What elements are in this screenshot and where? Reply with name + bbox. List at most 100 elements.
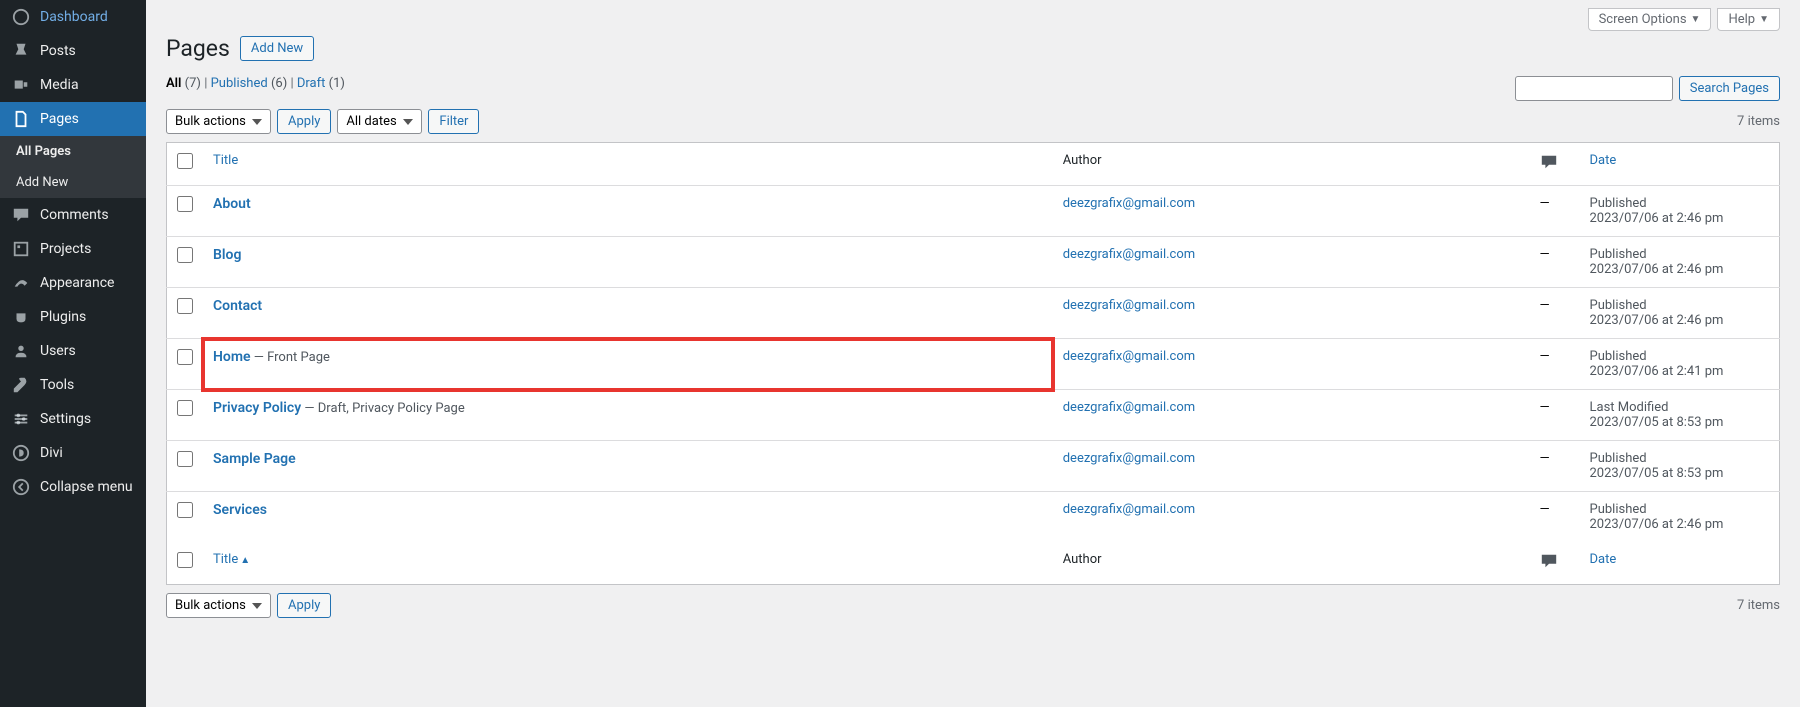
sidebar-item-projects[interactable]: Projects [0,232,146,266]
users-icon [12,342,30,360]
author-link[interactable]: deezgrafix@gmail.com [1063,247,1195,262]
row-date-cell: Published2023/07/06 at 2:46 pm [1580,237,1780,288]
row-title-cell: Services [203,492,1053,543]
table-row: Privacy Policy — Draft, Privacy Policy P… [167,390,1780,441]
sidebar-item-users[interactable]: Users [0,334,146,368]
row-comments-cell: — [1530,237,1580,288]
page-title-link[interactable]: Home [213,349,251,365]
row-author-cell: deezgrafix@gmail.com [1053,339,1530,390]
main-content: Screen Options▼ Help▼ Pages Add New All … [146,0,1800,707]
row-author-cell: deezgrafix@gmail.com [1053,237,1530,288]
comments-icon [12,206,30,224]
date-column-footer[interactable]: Date [1580,542,1780,585]
dashboard-icon [12,8,30,26]
sidebar-item-posts[interactable]: Posts [0,34,146,68]
select-all-checkbox-footer[interactable] [177,552,193,568]
page-heading: Pages Add New [166,35,1780,62]
page-title-link[interactable]: About [213,196,251,212]
row-title-cell: Sample Page [203,441,1053,492]
settings-icon [12,410,30,428]
sidebar-item-dashboard[interactable]: Dashboard [0,0,146,34]
author-link[interactable]: deezgrafix@gmail.com [1063,502,1195,517]
sidebar-item-divi[interactable]: Divi [0,436,146,470]
page-title-link[interactable]: Services [213,502,267,518]
help-button[interactable]: Help▼ [1717,8,1780,31]
sidebar-sub-all-pages[interactable]: All Pages [0,136,146,167]
row-title-cell: Privacy Policy — Draft, Privacy Policy P… [203,390,1053,441]
apply-button-bottom[interactable]: Apply [277,593,331,618]
author-link[interactable]: deezgrafix@gmail.com [1063,298,1195,313]
page-state: — Draft, Privacy Policy Page [301,401,465,416]
comment-icon [1540,153,1558,171]
page-title-link[interactable]: Contact [213,298,262,314]
filter-published[interactable]: Published (6) [211,76,288,91]
collapse-icon [12,478,30,496]
select-all-checkbox[interactable] [177,153,193,169]
page-title-link[interactable]: Privacy Policy [213,400,301,416]
row-comments-cell: — [1530,339,1580,390]
projects-icon [12,240,30,258]
row-comments-cell: — [1530,288,1580,339]
table-row: Home — Front Page deezgrafix@gmail.com —… [167,339,1780,390]
sidebar-sub-add-new[interactable]: Add New [0,167,146,198]
table-row: About deezgrafix@gmail.com — Published20… [167,186,1780,237]
sidebar-label: Divi [40,445,63,461]
sidebar-label: Plugins [40,309,86,325]
sort-caret-icon: ▲ [240,555,250,566]
sidebar-item-pages[interactable]: Pages [0,102,146,136]
bulk-action-select[interactable]: Bulk actions [166,109,271,134]
screen-options-button[interactable]: Screen Options▼ [1588,8,1712,31]
row-comments-cell: — [1530,492,1580,543]
appearance-icon [12,274,30,292]
page-title-link[interactable]: Sample Page [213,451,296,467]
sidebar-item-comments[interactable]: Comments [0,198,146,232]
status-filters: All (7) | Published (6) | Draft (1) [166,76,345,91]
sidebar-label: Comments [40,207,109,223]
sidebar-item-plugins[interactable]: Plugins [0,300,146,334]
row-author-cell: deezgrafix@gmail.com [1053,441,1530,492]
row-checkbox[interactable] [177,451,193,467]
filter-draft[interactable]: Draft (1) [297,76,345,91]
sidebar-item-collapse[interactable]: Collapse menu [0,470,146,504]
author-link[interactable]: deezgrafix@gmail.com [1063,451,1195,466]
search-pages-button[interactable]: Search Pages [1679,76,1780,101]
filter-button[interactable]: Filter [428,109,479,134]
sidebar-item-settings[interactable]: Settings [0,402,146,436]
row-date-cell: Published2023/07/06 at 2:46 pm [1580,288,1780,339]
pages-table: Title Author Date About deezgrafix@gmail… [166,142,1780,585]
author-link[interactable]: deezgrafix@gmail.com [1063,400,1195,415]
sidebar-label: Media [40,77,79,93]
sidebar-item-appearance[interactable]: Appearance [0,266,146,300]
title-column-footer[interactable]: Title▲ [203,542,1053,585]
date-filter-select[interactable]: All dates [337,109,422,134]
sidebar-item-tools[interactable]: Tools [0,368,146,402]
row-checkbox[interactable] [177,196,193,212]
page-title-link[interactable]: Blog [213,247,241,263]
row-checkbox[interactable] [177,400,193,416]
date-column-header[interactable]: Date [1580,143,1780,186]
bulk-action-select-bottom[interactable]: Bulk actions [166,593,271,618]
filter-all[interactable]: All (7) [166,76,201,91]
author-link[interactable]: deezgrafix@gmail.com [1063,196,1195,211]
comments-column-footer [1530,542,1580,585]
sidebar-item-media[interactable]: Media [0,68,146,102]
row-checkbox[interactable] [177,298,193,314]
row-checkbox[interactable] [177,247,193,263]
divi-icon [12,444,30,462]
row-date-cell: Published2023/07/06 at 2:46 pm [1580,492,1780,543]
author-column-footer: Author [1053,542,1530,585]
row-title-cell: About [203,186,1053,237]
author-link[interactable]: deezgrafix@gmail.com [1063,349,1195,364]
title-column-header[interactable]: Title [203,143,1053,186]
sidebar-label: Dashboard [40,9,108,25]
page-title: Pages [166,35,230,62]
comments-column-header [1530,143,1580,186]
apply-button[interactable]: Apply [277,109,331,134]
tools-icon [12,376,30,394]
add-new-button[interactable]: Add New [240,36,314,61]
row-checkbox[interactable] [177,502,193,518]
search-input[interactable] [1515,76,1673,101]
row-checkbox[interactable] [177,349,193,365]
tablenav-bottom: Bulk actions Apply 7 items [166,593,1780,618]
row-date-cell: Published2023/07/06 at 2:41 pm [1580,339,1780,390]
